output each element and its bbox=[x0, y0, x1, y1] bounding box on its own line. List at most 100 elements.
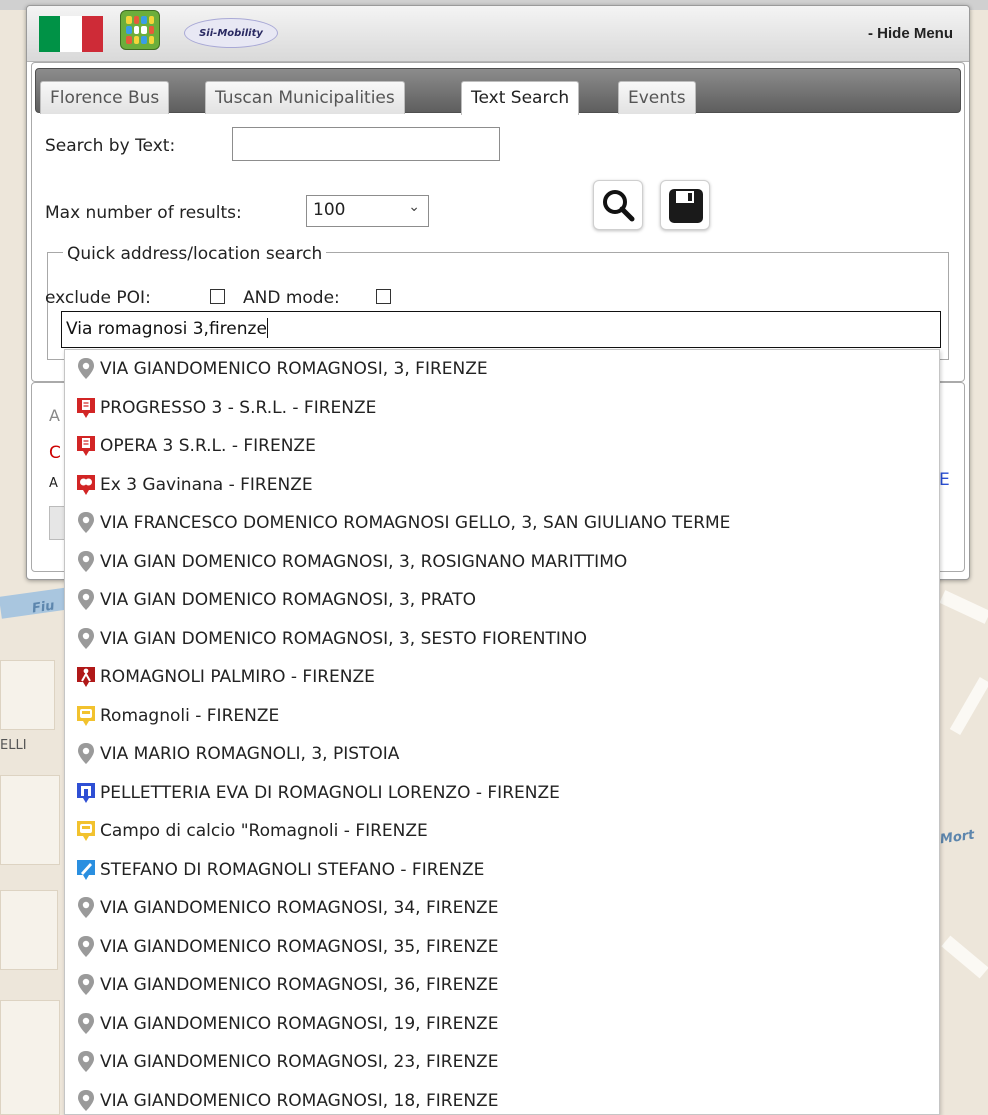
grey-location-pin-icon bbox=[75, 550, 97, 574]
grey-location-pin-icon bbox=[75, 1012, 97, 1036]
suggestion-item[interactable]: VIA GIANDOMENICO ROMAGNOSI, 23, FIRENZE bbox=[65, 1043, 939, 1082]
suggestion-item[interactable]: PELLETTERIA EVA DI ROMAGNOLI LORENZO - F… bbox=[65, 774, 939, 813]
suggestion-label: VIA GIANDOMENICO ROMAGNOSI, 3, FIRENZE bbox=[100, 359, 488, 380]
autocomplete-dropdown: VIA GIANDOMENICO ROMAGNOSI, 3, FIRENZE PR… bbox=[64, 349, 940, 1115]
lower-panel-legend-fragment: A bbox=[49, 406, 60, 425]
save-button[interactable] bbox=[660, 180, 710, 230]
suggestion-label: PELLETTERIA EVA DI ROMAGNOLI LORENZO - F… bbox=[100, 782, 560, 803]
suggestion-item[interactable]: Campo di calcio "Romagnoli - FIRENZE bbox=[65, 812, 939, 851]
chevron-down-icon: ⌄ bbox=[408, 199, 420, 215]
suggestion-label: Campo di calcio "Romagnoli - FIRENZE bbox=[100, 821, 428, 842]
suggestion-item[interactable]: VIA GIANDOMENICO ROMAGNOSI, 3, FIRENZE bbox=[65, 350, 939, 389]
italian-flag-icon[interactable] bbox=[39, 16, 103, 52]
magnifier-icon bbox=[603, 190, 635, 222]
suggestion-label: VIA GIANDOMENICO ROMAGNOSI, 34, FIRENZE bbox=[100, 898, 499, 919]
suggestion-label: VIA GIANDOMENICO ROMAGNOSI, 35, FIRENZE bbox=[100, 936, 499, 957]
quick-search-input[interactable]: Via romagnosi 3,firenze bbox=[61, 311, 941, 348]
suggestion-item[interactable]: OPERA 3 S.R.L. - FIRENZE bbox=[65, 427, 939, 466]
red-document-icon bbox=[75, 396, 97, 420]
suggestion-label: VIA GIAN DOMENICO ROMAGNOSI, 3, SESTO FI… bbox=[100, 628, 588, 649]
street-label: Mort bbox=[939, 827, 976, 848]
suggestion-label: Ex 3 Gavinana - FIRENZE bbox=[100, 474, 313, 495]
menu-header: Sii-Mobility - Hide Menu bbox=[27, 6, 969, 62]
suggestion-label: VIA GIAN DOMENICO ROMAGNOSI, 3, ROSIGNAN… bbox=[100, 551, 628, 572]
blue-shop-icon bbox=[75, 781, 97, 805]
lower-panel-button-fragment[interactable] bbox=[49, 506, 65, 540]
map-block bbox=[0, 775, 60, 865]
tab-tuscan-municipalities[interactable]: Tuscan Municipalities bbox=[205, 81, 405, 114]
suggestion-label: Romagnoli - FIRENZE bbox=[100, 705, 280, 726]
suggestion-item[interactable]: Ex 3 Gavinana - FIRENZE bbox=[65, 466, 939, 505]
grey-location-pin-icon bbox=[75, 627, 97, 651]
search-text-input[interactable] bbox=[232, 127, 500, 161]
grey-location-pin-icon bbox=[75, 1050, 97, 1074]
tab-strip: Florence Bus Tuscan Municipalities Text … bbox=[35, 68, 961, 115]
and-mode-checkbox[interactable] bbox=[376, 289, 391, 304]
map-road bbox=[949, 677, 988, 735]
grey-location-pin-icon bbox=[75, 973, 97, 997]
quick-search-value: Via romagnosi 3,firenze bbox=[66, 319, 267, 339]
yellow-bus-icon bbox=[75, 704, 97, 728]
tab-events[interactable]: Events bbox=[618, 81, 696, 114]
sii-mobility-logo[interactable]: Sii-Mobility bbox=[184, 18, 278, 48]
lower-panel-link-fragment[interactable]: E bbox=[939, 470, 950, 490]
suggestion-label: STEFANO DI ROMAGNOLI STEFANO - FIRENZE bbox=[100, 859, 485, 880]
suggestion-item[interactable]: STEFANO DI ROMAGNOLI STEFANO - FIRENZE bbox=[65, 851, 939, 890]
light-blue-pen-icon bbox=[75, 858, 97, 882]
tab-text-search[interactable]: Text Search bbox=[461, 81, 580, 115]
suggestion-label: PROGRESSO 3 - S.R.L. - FIRENZE bbox=[100, 397, 377, 418]
grey-location-pin-icon bbox=[75, 511, 97, 535]
suggestion-label: VIA GIAN DOMENICO ROMAGNOSI, 3, PRATO bbox=[100, 590, 477, 611]
suggestion-label: VIA GIANDOMENICO ROMAGNOSI, 36, FIRENZE bbox=[100, 975, 499, 996]
suggestion-item[interactable]: VIA GIANDOMENICO ROMAGNOSI, 35, FIRENZE bbox=[65, 928, 939, 967]
suggestion-label: ROMAGNOLI PALMIRO - FIRENZE bbox=[100, 667, 375, 688]
suggestion-label: VIA GIANDOMENICO ROMAGNOSI, 19, FIRENZE bbox=[100, 1013, 499, 1034]
suggestion-label: VIA FRANCESCO DOMENICO ROMAGNOSI GELLO, … bbox=[100, 513, 731, 534]
suggestion-item[interactable]: PROGRESSO 3 - S.R.L. - FIRENZE bbox=[65, 389, 939, 428]
km4city-logo[interactable] bbox=[120, 10, 160, 50]
suggestion-item[interactable]: VIA GIAN DOMENICO ROMAGNOSI, 3, ROSIGNAN… bbox=[65, 543, 939, 582]
exclude-poi-checkbox[interactable] bbox=[210, 289, 225, 304]
map-road bbox=[939, 590, 988, 624]
suggestion-item[interactable]: Romagnoli - FIRENZE bbox=[65, 697, 939, 736]
map-road bbox=[941, 935, 988, 979]
grey-location-pin-icon bbox=[75, 588, 97, 612]
max-results-label: Max number of results: bbox=[45, 203, 242, 223]
river-label: Fiu bbox=[31, 598, 56, 617]
quick-search-legend: Quick address/location search bbox=[63, 244, 327, 264]
and-mode-label: AND mode: bbox=[243, 288, 340, 308]
suggestion-item[interactable]: VIA GIANDOMENICO ROMAGNOSI, 18, FIRENZE bbox=[65, 1082, 939, 1115]
suggestion-item[interactable]: VIA GIANDOMENICO ROMAGNOSI, 19, FIRENZE bbox=[65, 1005, 939, 1044]
exclude-poi-label: exclude POI: bbox=[45, 288, 151, 308]
suggestion-item[interactable]: ROMAGNOLI PALMIRO - FIRENZE bbox=[65, 658, 939, 697]
floppy-disk-icon bbox=[669, 189, 703, 223]
tab-florence-bus[interactable]: Florence Bus bbox=[40, 81, 170, 114]
max-results-value: 100 bbox=[313, 200, 346, 220]
suggestion-list: VIA GIANDOMENICO ROMAGNOSI, 3, FIRENZE PR… bbox=[65, 350, 939, 1115]
suggestion-item[interactable]: VIA GIANDOMENICO ROMAGNOSI, 36, FIRENZE bbox=[65, 966, 939, 1005]
street-label: ELLI bbox=[0, 738, 27, 753]
suggestion-label: VIA MARIO ROMAGNOLI, 3, PISTOIA bbox=[100, 744, 400, 765]
grey-location-pin-icon bbox=[75, 742, 97, 766]
map-block bbox=[0, 1000, 60, 1115]
suggestion-item[interactable]: VIA FRANCESCO DOMENICO ROMAGNOSI GELLO, … bbox=[65, 504, 939, 543]
text-caret bbox=[266, 318, 268, 338]
map-block bbox=[0, 890, 58, 970]
suggestion-item[interactable]: VIA GIANDOMENICO ROMAGNOSI, 34, FIRENZE bbox=[65, 889, 939, 928]
max-results-select[interactable]: 100 ⌄ bbox=[306, 195, 429, 227]
grey-location-pin-icon bbox=[75, 896, 97, 920]
search-by-text-label: Search by Text: bbox=[45, 136, 176, 156]
search-button[interactable] bbox=[593, 180, 643, 230]
grey-location-pin-icon bbox=[75, 1089, 97, 1113]
lower-panel-text-fragment: A bbox=[49, 476, 58, 491]
red-theatre-masks-icon bbox=[75, 473, 97, 497]
grey-location-pin-icon bbox=[75, 357, 97, 381]
suggestion-item[interactable]: VIA GIAN DOMENICO ROMAGNOSI, 3, PRATO bbox=[65, 581, 939, 620]
red-document-icon bbox=[75, 434, 97, 458]
hide-menu-link[interactable]: - Hide Menu bbox=[868, 25, 953, 42]
suggestion-label: VIA GIANDOMENICO ROMAGNOSI, 18, FIRENZE bbox=[100, 1090, 499, 1111]
suggestion-item[interactable]: VIA GIAN DOMENICO ROMAGNOSI, 3, SESTO FI… bbox=[65, 620, 939, 659]
grey-location-pin-icon bbox=[75, 935, 97, 959]
suggestion-item[interactable]: VIA MARIO ROMAGNOLI, 3, PISTOIA bbox=[65, 735, 939, 774]
map-block bbox=[0, 660, 55, 730]
